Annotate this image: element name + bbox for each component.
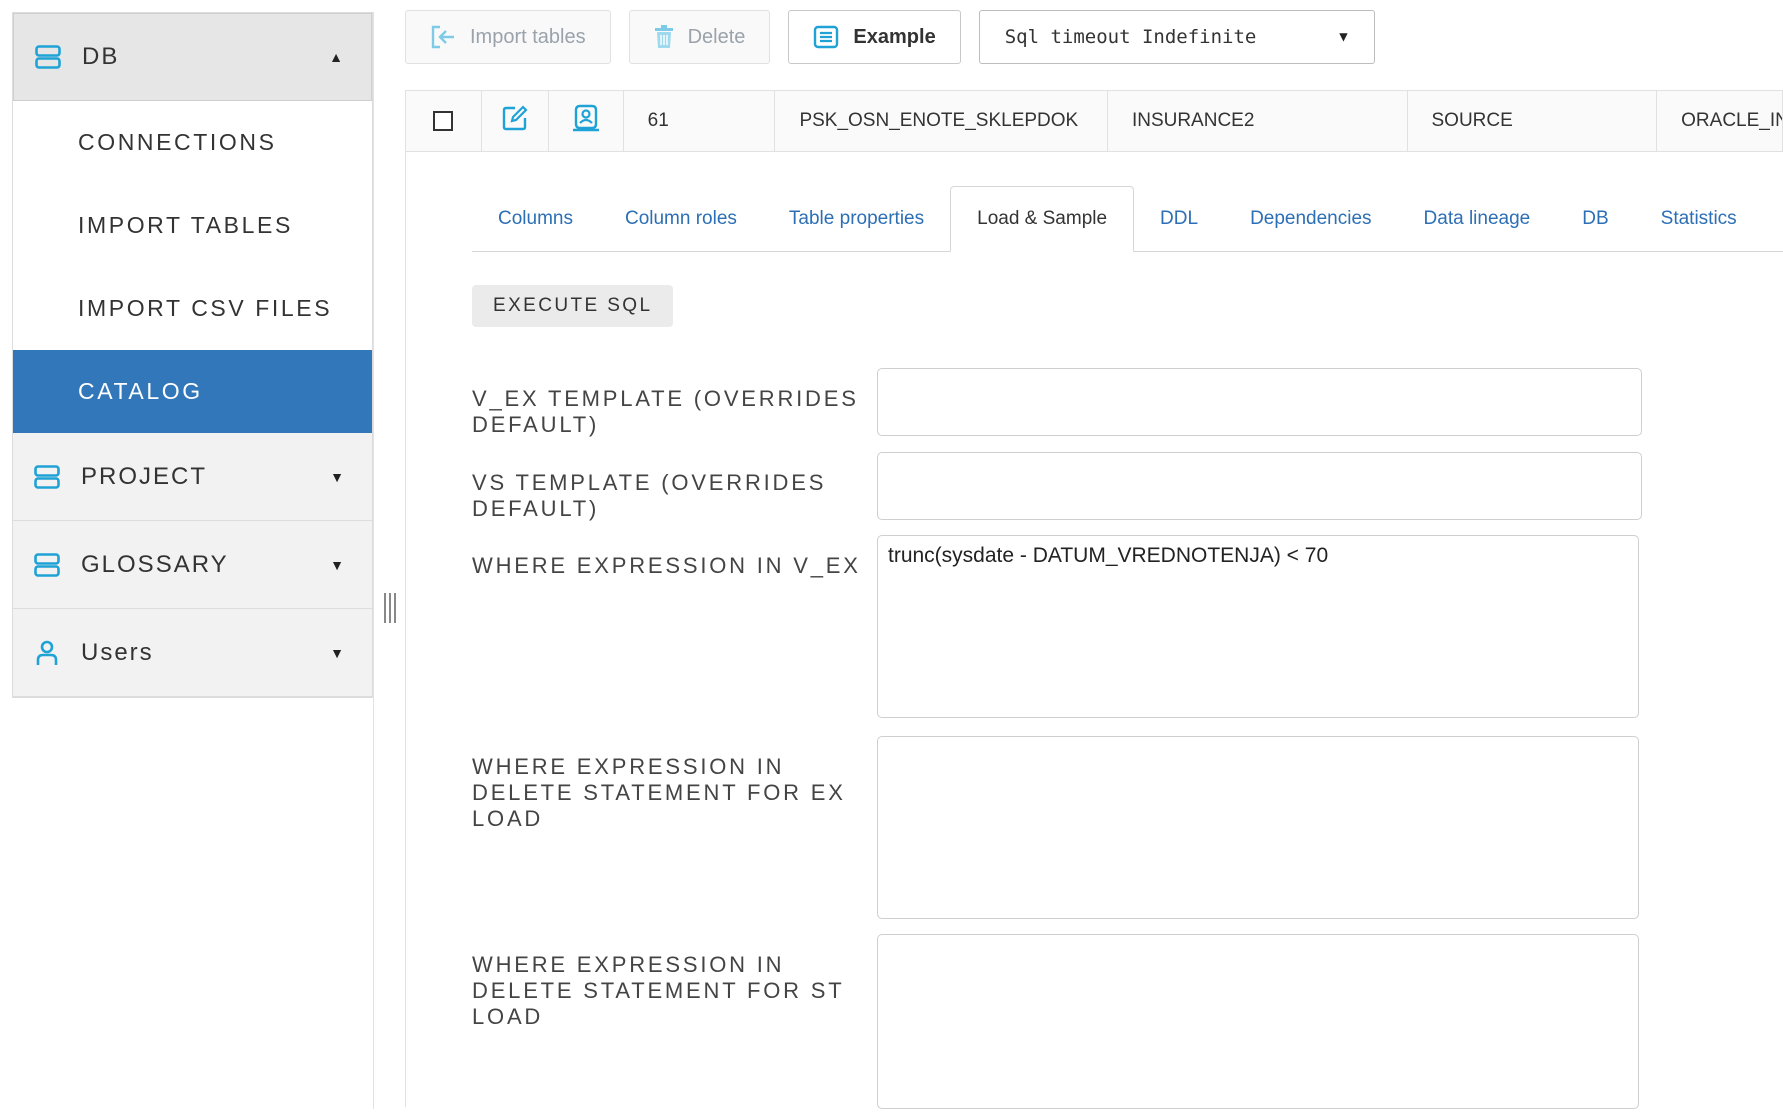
tab-ddl[interactable]: DDL: [1134, 186, 1224, 251]
sidebar-group-label: DB: [82, 43, 120, 70]
chevron-down-icon: ▼: [330, 468, 344, 485]
chevron-down-icon: ▼: [330, 556, 344, 573]
row-connection-cell: ORACLE_IN: [1681, 110, 1782, 131]
vs-template-field[interactable]: [877, 452, 1642, 520]
where-delete-st-field[interactable]: [877, 934, 1639, 1109]
sidebar-item-connections[interactable]: CONNECTIONS: [13, 101, 372, 184]
vex-template-field[interactable]: [877, 368, 1642, 436]
where-delete-st-row: WHERE EXPRESSION IN DELETE STATEMENT FOR…: [472, 934, 1639, 1109]
execute-sql-button[interactable]: EXECUTE SQL: [472, 285, 674, 327]
tab-data-lineage[interactable]: Data lineage: [1398, 186, 1557, 251]
sidebar-group-label: GLOSSARY: [81, 550, 229, 578]
database-icon: [33, 463, 61, 491]
row-select-cell: [406, 91, 482, 151]
tab-dependencies[interactable]: Dependencies: [1224, 186, 1397, 251]
database-icon: [34, 43, 62, 71]
record-detail-icon[interactable]: [571, 104, 601, 138]
table-detail-panel: Columns Column roles Table properties Lo…: [405, 152, 1783, 1109]
where-vex-label: WHERE EXPRESSION IN V_EX: [472, 553, 861, 578]
row-table-name-cell: PSK_OSN_ENOTE_SKLEPDOK: [775, 91, 1108, 151]
detail-cell: [549, 91, 624, 151]
where-delete-st-label: WHERE EXPRESSION IN DELETE STATEMENT FOR…: [472, 952, 845, 1029]
sidebar: DB ▲ CONNECTIONS IMPORT TABLES IMPORT CS…: [12, 12, 373, 698]
where-vex-row: WHERE EXPRESSION IN V_EX trunc(sysdate -…: [472, 535, 1639, 718]
row-checkbox[interactable]: [433, 111, 454, 131]
sidebar-group-label: PROJECT: [81, 462, 208, 490]
vs-template-row: VS TEMPLATE (OVERRIDES DEFAULT): [472, 452, 1642, 522]
tab-column-roles[interactable]: Column roles: [599, 186, 763, 251]
sidebar-group-users[interactable]: Users ▼: [13, 609, 372, 697]
panel-resize-handle[interactable]: [380, 590, 400, 626]
import-tables-label: Import tables: [470, 25, 586, 48]
example-label: Example: [853, 25, 936, 48]
sidebar-item-catalog[interactable]: CATALOG: [13, 350, 372, 433]
document-list-icon: [813, 25, 839, 49]
table-row[interactable]: 61 PSK_OSN_ENOTE_SKLEPDOK INSURANCE2 SOU…: [405, 90, 1783, 152]
vex-template-row: V_EX TEMPLATE (OVERRIDES DEFAULT): [472, 368, 1642, 438]
vs-template-label: VS TEMPLATE (OVERRIDES DEFAULT): [472, 470, 827, 521]
trash-icon: [654, 25, 674, 49]
sidebar-group-project[interactable]: PROJECT ▼: [13, 433, 372, 521]
tab-columns[interactable]: Columns: [472, 186, 599, 251]
sql-timeout-select[interactable]: Sql timeout Indefinite ▼: [978, 10, 1375, 64]
sidebar-group-glossary[interactable]: GLOSSARY ▼: [13, 521, 372, 609]
row-type-cell: SOURCE: [1408, 91, 1658, 151]
sidebar-group-db[interactable]: DB ▲: [13, 13, 372, 101]
tab-table-properties[interactable]: Table properties: [763, 186, 950, 251]
database-icon: [33, 551, 61, 579]
row-schema-cell: INSURANCE2: [1108, 91, 1408, 151]
sql-timeout-value: Sql timeout Indefinite: [1004, 26, 1257, 48]
detail-tabs: Columns Column roles Table properties Lo…: [472, 186, 1783, 252]
edit-icon[interactable]: [502, 105, 528, 137]
import-icon: [430, 25, 456, 49]
row-id-cell: 61: [624, 91, 776, 151]
sidebar-item-import-tables[interactable]: IMPORT TABLES: [13, 184, 372, 267]
tab-db[interactable]: DB: [1556, 186, 1634, 251]
delete-label: Delete: [687, 25, 746, 48]
vex-template-label: V_EX TEMPLATE (OVERRIDES DEFAULT): [472, 386, 859, 437]
chevron-down-icon: ▼: [330, 644, 344, 661]
where-delete-ex-field[interactable]: [877, 736, 1639, 919]
toolbar: Import tables Delete Example Sql timeout…: [405, 10, 1375, 64]
edit-cell: [482, 91, 549, 151]
sidebar-border: [373, 12, 374, 1109]
user-icon: [33, 639, 61, 667]
where-vex-field[interactable]: trunc(sysdate - DATUM_VREDNOTENJA) < 70: [877, 535, 1639, 718]
where-delete-ex-row: WHERE EXPRESSION IN DELETE STATEMENT FOR…: [472, 736, 1639, 919]
import-tables-button[interactable]: Import tables: [405, 10, 611, 64]
example-button[interactable]: Example: [788, 10, 961, 64]
tab-load-and-sample[interactable]: Load & Sample: [950, 186, 1135, 252]
sidebar-item-import-csv-files[interactable]: IMPORT CSV FILES: [13, 267, 372, 350]
where-delete-ex-label: WHERE EXPRESSION IN DELETE STATEMENT FOR…: [472, 754, 846, 831]
tab-statistics[interactable]: Statistics: [1635, 186, 1763, 251]
delete-button[interactable]: Delete: [628, 10, 771, 64]
sidebar-group-label: Users: [81, 638, 154, 666]
chevron-up-icon: ▲: [329, 49, 343, 65]
chevron-down-icon: ▼: [1339, 29, 1348, 45]
